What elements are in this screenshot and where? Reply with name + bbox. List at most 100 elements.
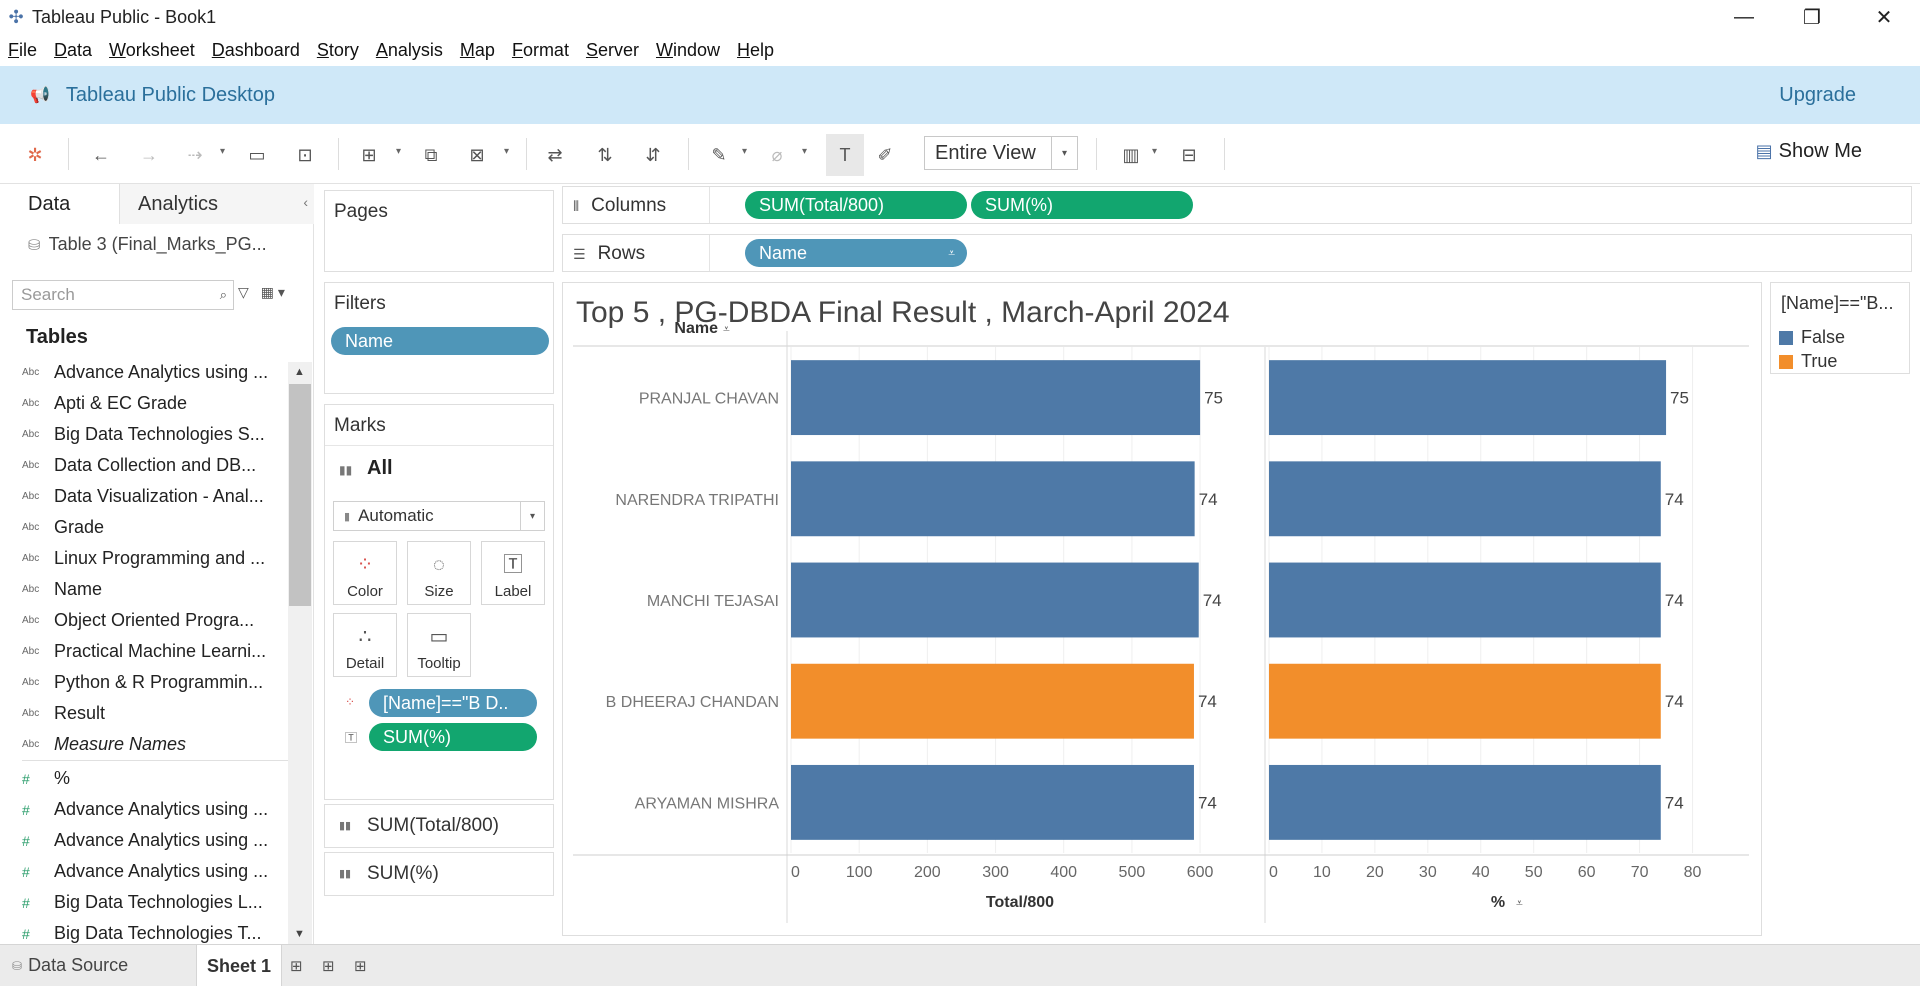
sort-ascending-icon[interactable]: ⇅ [592, 142, 618, 168]
search-input[interactable]: Search ⌕ [12, 280, 234, 310]
field-item[interactable]: # Advance Analytics using ... [22, 859, 290, 884]
menu-analysis[interactable]: Analysis [376, 40, 443, 61]
columns-pill-percent[interactable]: SUM(%) [971, 191, 1193, 219]
minimize-icon[interactable]: — [1710, 0, 1778, 34]
field-item[interactable]: Abc Python & R Programmin... [22, 670, 290, 695]
menu-window[interactable]: Window [656, 40, 720, 61]
field-item[interactable]: # Big Data Technologies T... [22, 921, 290, 946]
tab-analytics[interactable]: Analytics [120, 184, 314, 224]
legend-item-true[interactable]: True [1779, 351, 1837, 372]
columns-pill-total[interactable]: SUM(Total/800) [745, 191, 967, 219]
size-button[interactable]: ◌ Size [407, 541, 471, 605]
rows-shelf[interactable]: ☰ Rows Name ⩡ [562, 234, 1912, 272]
cards-icon[interactable]: ▥ [1118, 142, 1144, 168]
collapse-icon[interactable]: ‹ [303, 194, 308, 210]
legend-item-false[interactable]: False [1779, 327, 1845, 348]
field-item[interactable]: Abc Big Data Technologies S... [22, 422, 290, 447]
menu-file[interactable]: File [8, 40, 37, 61]
show-me-button[interactable]: ▤ Show Me [1756, 140, 1862, 163]
highlight-icon[interactable]: ✎ [706, 142, 732, 168]
chevron-down-icon[interactable]: ▾ [396, 146, 401, 157]
field-item[interactable]: # Advance Analytics using ... [22, 828, 290, 853]
menu-dashboard[interactable]: Dashboard [212, 40, 300, 61]
field-item[interactable]: Abc Data Collection and DB... [22, 453, 290, 478]
close-icon[interactable]: ✕ [1850, 0, 1918, 34]
field-item[interactable]: Abc Linux Programming and ... [22, 546, 290, 571]
replay-icon[interactable]: ⇢ [182, 142, 208, 168]
field-item[interactable]: Abc Apti & EC Grade [22, 391, 290, 416]
scroll-thumb[interactable] [289, 384, 311, 606]
field-item[interactable]: Abc Object Oriented Progra... [22, 608, 290, 633]
datasource-item[interactable]: ⛁ Table 3 (Final_Marks_PG... [28, 234, 267, 255]
chevron-down-icon[interactable]: ▾ [220, 146, 225, 157]
field-item[interactable]: Abc Grade [22, 515, 290, 540]
field-item[interactable]: Abc Result [22, 701, 290, 726]
filter-icon[interactable]: ▽ [238, 284, 249, 301]
new-worksheet-icon[interactable]: ⊞ [356, 142, 382, 168]
sort-icon[interactable]: ⩡ [948, 246, 955, 261]
tableau-home-icon[interactable]: ✲ [22, 142, 48, 168]
menu-story[interactable]: Story [317, 40, 359, 61]
undo-icon[interactable]: ← [88, 142, 114, 168]
upgrade-link[interactable]: Upgrade [1779, 84, 1856, 107]
field-item[interactable]: # Big Data Technologies L... [22, 890, 290, 915]
chevron-down-icon[interactable]: ▾ [802, 146, 807, 157]
field-item[interactable]: # Advance Analytics using ... [22, 797, 290, 822]
chevron-down-icon[interactable]: ▾ [1051, 137, 1077, 169]
marks-color-pill[interactable]: [Name]=="B D.. [369, 689, 537, 717]
mark-type-dropdown[interactable]: ▮ Automatic ▾ [333, 501, 545, 531]
sheet-tab[interactable]: Sheet 1 [196, 945, 282, 986]
new-worksheet-icon[interactable]: ⊞ [290, 957, 303, 975]
marks-all-label[interactable]: All [367, 457, 393, 480]
marks-section-percent[interactable]: ▮▮ SUM(%) [324, 852, 554, 896]
chevron-down-icon[interactable]: ▾ [1152, 146, 1157, 157]
filters-shelf[interactable]: Filters Name [324, 282, 554, 394]
scroll-up-icon[interactable]: ▲ [294, 366, 305, 378]
field-item[interactable]: Abc Practical Machine Learni... [22, 639, 290, 664]
new-story-icon[interactable]: ⊞ [354, 957, 367, 975]
field-item[interactable]: Abc Name [22, 577, 290, 602]
presentation-icon[interactable]: ⊟ [1176, 142, 1202, 168]
clear-sheet-icon[interactable]: ⊠ [464, 142, 490, 168]
marks-section-total[interactable]: ▮▮ SUM(Total/800) [324, 804, 554, 848]
tooltip-button[interactable]: ▭ Tooltip [407, 613, 471, 677]
tab-data[interactable]: Data [0, 184, 120, 224]
fit-dropdown[interactable]: Entire View ▾ [924, 136, 1078, 170]
rows-pill-name[interactable]: Name ⩡ [745, 239, 967, 267]
filter-pill-name[interactable]: Name [331, 327, 549, 355]
duplicate-icon[interactable]: ⧉ [418, 142, 444, 168]
sort-descending-icon[interactable]: ⇵ [640, 142, 666, 168]
field-item[interactable]: #% [22, 766, 290, 791]
chevron-down-icon[interactable]: ▾ [742, 146, 747, 157]
swap-icon[interactable]: ⇄ [542, 142, 568, 168]
menu-map[interactable]: Map [460, 40, 495, 61]
field-item[interactable]: Abc Data Visualization - Anal... [22, 484, 290, 509]
group-icon[interactable]: ⌀ [764, 142, 790, 168]
data-source-tab[interactable]: ⛁ Data Source [12, 955, 128, 976]
color-button[interactable]: ⁘ Color [333, 541, 397, 605]
chevron-down-icon[interactable]: ▾ [504, 146, 509, 157]
show-labels-icon[interactable]: T [826, 134, 864, 176]
scrollbar[interactable]: ▲ ▼ [288, 362, 312, 944]
label-button[interactable]: 🅃 Label [481, 541, 545, 605]
columns-shelf[interactable]: ⦀ Columns SUM(Total/800) SUM(%) [562, 186, 1912, 224]
menu-server[interactable]: Server [586, 40, 639, 61]
restore-icon[interactable]: ❐ [1778, 0, 1846, 34]
pin-icon[interactable]: ✐ [872, 142, 898, 168]
chevron-down-icon[interactable]: ▾ [520, 502, 544, 530]
redo-icon[interactable]: → [136, 142, 162, 168]
marks-label-pill[interactable]: SUM(%) [369, 723, 537, 751]
scroll-down-icon[interactable]: ▼ [294, 928, 305, 940]
pages-shelf[interactable]: Pages [324, 190, 554, 272]
menu-help[interactable]: Help [737, 40, 774, 61]
menu-format[interactable]: Format [512, 40, 569, 61]
field-item[interactable]: Abc Measure Names [22, 732, 290, 757]
field-item[interactable]: Abc Advance Analytics using ... [22, 360, 290, 385]
view-options-icon[interactable]: ▦ ▾ [261, 284, 285, 301]
save-icon[interactable]: ▭ [244, 142, 270, 168]
menu-worksheet[interactable]: Worksheet [109, 40, 195, 61]
menu-data[interactable]: Data [54, 40, 92, 61]
detail-button[interactable]: ∴ Detail [333, 613, 397, 677]
new-dashboard-icon[interactable]: ⊞ [322, 957, 335, 975]
new-datasource-icon[interactable]: ⊡ [292, 142, 318, 168]
